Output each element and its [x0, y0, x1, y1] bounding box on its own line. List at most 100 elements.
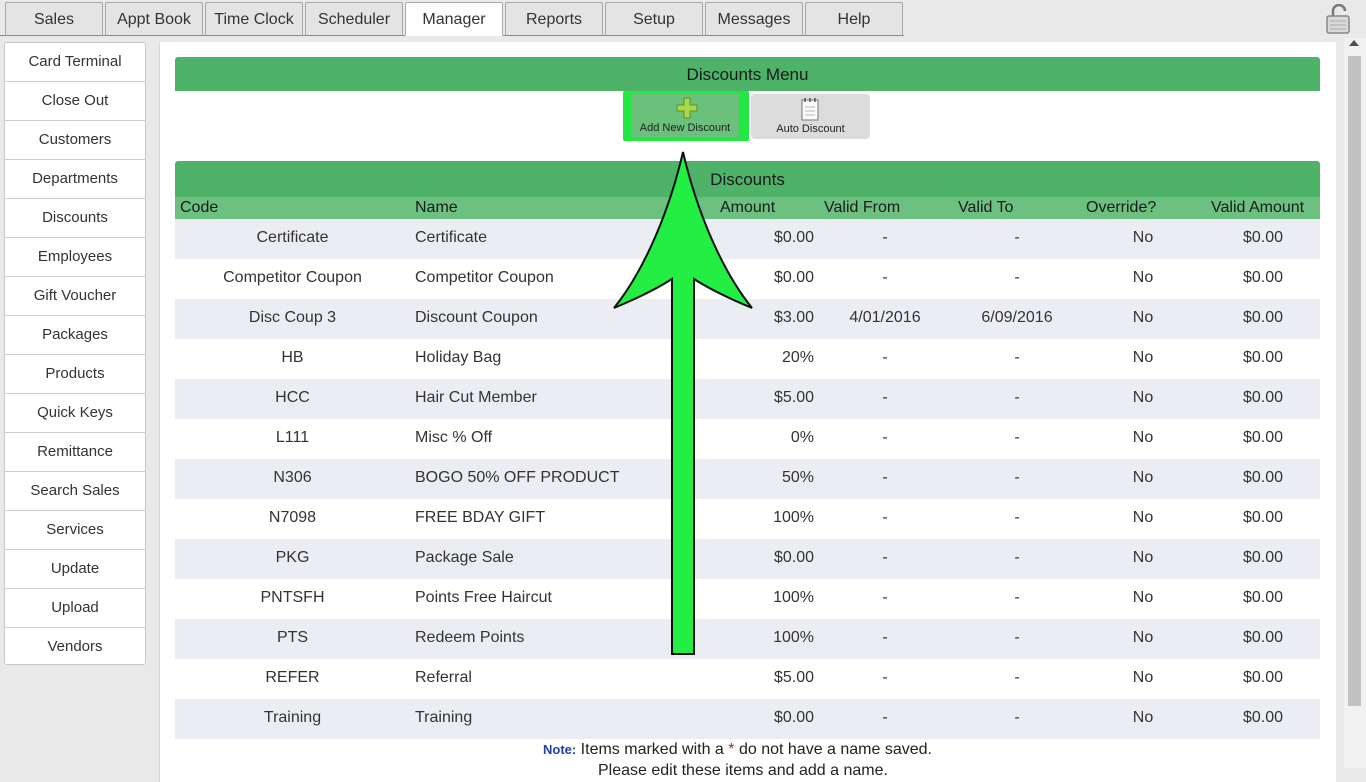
cell-valid-from: -	[882, 229, 888, 246]
cell-amount: $5.00	[773, 389, 814, 406]
cell-amount: $3.00	[773, 309, 814, 326]
table-row[interactable]: Training Training $0.00 - - No $0.00	[175, 699, 1320, 739]
cell-code: Competitor Coupon	[223, 269, 362, 286]
cell-name: Competitor Coupon	[415, 269, 554, 286]
sidebar-item-vendors[interactable]: Vendors	[5, 628, 145, 667]
tab-time-clock[interactable]: Time Clock	[205, 2, 303, 36]
sidebar-item-upload[interactable]: Upload	[5, 589, 145, 628]
cell-override: No	[1132, 469, 1154, 486]
add-new-discount-label: Add New Discount	[639, 122, 731, 134]
note-line: Note: Items marked with a * do not have …	[543, 741, 932, 759]
cell-override: No	[1132, 589, 1154, 606]
cell-code: N306	[273, 469, 312, 486]
tab-help[interactable]: Help	[805, 2, 903, 36]
table-row[interactable]: REFER Referral $5.00 - - No $0.00	[175, 659, 1320, 699]
cell-valid-from: -	[882, 269, 888, 286]
cell-code: PKG	[275, 549, 310, 566]
tab-setup[interactable]: Setup	[605, 2, 703, 36]
cell-valid-amount: $0.00	[1242, 589, 1284, 606]
cell-override: No	[1132, 349, 1154, 366]
cell-valid-from: -	[882, 709, 888, 726]
sidebar-item-products[interactable]: Products	[5, 355, 145, 394]
notepad-icon	[801, 98, 819, 121]
sidebar-item-packages[interactable]: Packages	[5, 316, 145, 355]
cell-valid-amount: $0.00	[1242, 429, 1284, 446]
cell-valid-to: -	[1014, 589, 1020, 606]
tab-scheduler[interactable]: Scheduler	[305, 2, 403, 36]
sidebar-item-card-terminal[interactable]: Card Terminal	[5, 43, 145, 82]
sidebar-nav: Card Terminal Close Out Customers Depart…	[4, 42, 146, 665]
cell-override: No	[1132, 229, 1154, 246]
scroll-up-arrow-icon[interactable]	[1349, 40, 1359, 46]
cell-valid-to: 6/09/2016	[981, 309, 1053, 326]
lock-icon[interactable]	[1324, 4, 1354, 34]
cell-code: HCC	[275, 389, 310, 406]
plus-icon	[676, 97, 698, 119]
tab-messages[interactable]: Messages	[705, 2, 803, 36]
cell-valid-amount: $0.00	[1242, 309, 1284, 326]
cell-amount: $0.00	[773, 229, 814, 246]
cell-valid-to: -	[1014, 229, 1020, 246]
note-text-after: do not have a name saved.	[738, 741, 932, 758]
note-label: Note:	[543, 742, 577, 757]
note-star: *	[728, 741, 735, 758]
cell-amount: 100%	[773, 509, 814, 526]
sidebar-item-quick-keys[interactable]: Quick Keys	[5, 394, 145, 433]
tab-reports[interactable]: Reports	[505, 2, 603, 36]
auto-discount-label: Auto Discount	[776, 123, 845, 135]
cell-valid-to: -	[1014, 429, 1020, 446]
cell-valid-from: -	[882, 389, 888, 406]
cell-amount: $0.00	[773, 549, 814, 566]
cell-name: BOGO 50% OFF PRODUCT	[415, 469, 620, 486]
add-new-discount-highlight: Add New Discount	[623, 91, 749, 141]
cell-override: No	[1132, 669, 1154, 686]
col-valid-from: Valid From	[824, 199, 901, 216]
tab-manager[interactable]: Manager	[405, 2, 503, 36]
cell-valid-amount: $0.00	[1242, 549, 1284, 566]
scrollbar-thumb[interactable]	[1348, 56, 1361, 706]
cell-amount: 50%	[781, 469, 814, 486]
auto-discount-button[interactable]: Auto Discount	[751, 94, 870, 139]
tab-appt-book[interactable]: Appt Book	[105, 2, 203, 36]
sidebar-item-services[interactable]: Services	[5, 511, 145, 550]
cell-valid-from: -	[882, 349, 888, 366]
cell-code: N7098	[268, 509, 317, 526]
cell-valid-amount: $0.00	[1242, 269, 1284, 286]
sidebar-item-customers[interactable]: Customers	[5, 121, 145, 160]
sidebar-item-remittance[interactable]: Remittance	[5, 433, 145, 472]
cell-name: Discount Coupon	[415, 309, 538, 326]
cell-amount: 20%	[781, 349, 814, 366]
cell-valid-from: -	[882, 589, 888, 606]
top-tab-bar: Sales Appt Book Time Clock Scheduler Man…	[0, 0, 1366, 38]
sidebar-item-gift-voucher[interactable]: Gift Voucher	[5, 277, 145, 316]
col-name: Name	[415, 199, 458, 216]
tab-sales[interactable]: Sales	[5, 2, 103, 36]
col-code: Code	[180, 199, 219, 216]
cell-name: Package Sale	[415, 549, 514, 566]
col-override: Override?	[1086, 199, 1157, 216]
discounts-menu-header: Discounts Menu	[175, 57, 1320, 91]
annotation-arrow-icon	[613, 151, 753, 655]
cell-name: Holiday Bag	[415, 349, 502, 366]
cell-valid-from: -	[882, 509, 888, 526]
cell-amount: 100%	[773, 629, 814, 646]
sidebar-item-departments[interactable]: Departments	[5, 160, 145, 199]
add-new-discount-button[interactable]: Add New Discount	[631, 94, 739, 137]
sidebar-item-update[interactable]: Update	[5, 550, 145, 589]
cell-override: No	[1132, 549, 1154, 566]
sidebar-item-employees[interactable]: Employees	[5, 238, 145, 277]
cell-valid-from: -	[882, 429, 888, 446]
cell-valid-from: 4/01/2016	[849, 309, 921, 326]
cell-valid-to: -	[1014, 469, 1020, 486]
cell-valid-from: -	[882, 469, 888, 486]
cell-override: No	[1132, 709, 1154, 726]
cell-amount: 0%	[790, 429, 814, 446]
cell-name: Hair Cut Member	[415, 389, 537, 406]
cell-valid-to: -	[1014, 269, 1020, 286]
cell-name: Redeem Points	[415, 629, 525, 646]
cell-code: REFER	[265, 669, 320, 686]
sidebar-item-discounts[interactable]: Discounts	[5, 199, 145, 238]
cell-valid-to: -	[1014, 389, 1020, 406]
sidebar-item-search-sales[interactable]: Search Sales	[5, 472, 145, 511]
sidebar-item-close-out[interactable]: Close Out	[5, 82, 145, 121]
